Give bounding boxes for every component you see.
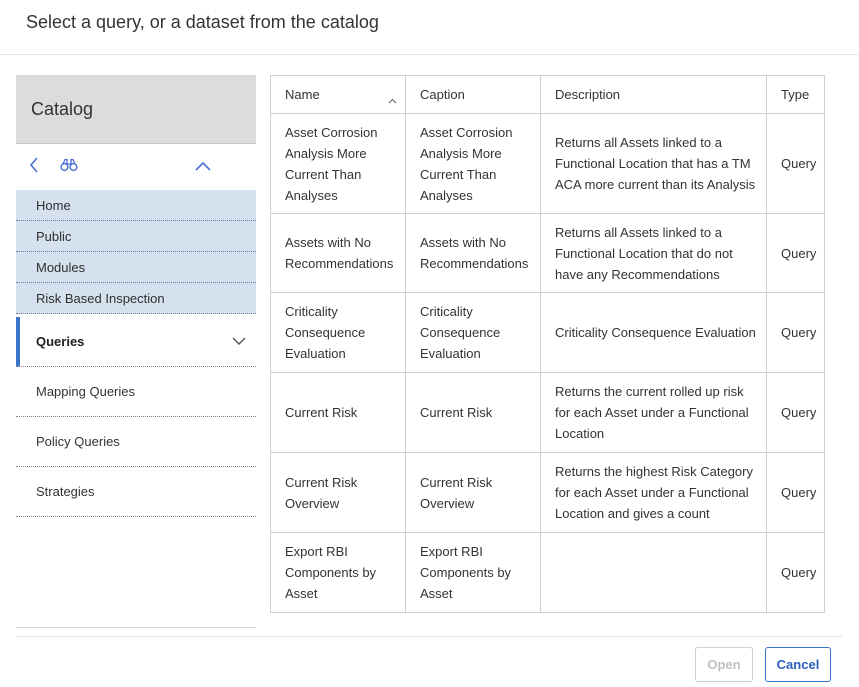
sidebar-item-policy-queries[interactable]: Policy Queries — [16, 417, 256, 467]
column-header-description[interactable]: Description — [540, 75, 767, 114]
sort-ascending-icon[interactable] — [388, 89, 397, 110]
cell-caption: Criticality Consequence Evaluation — [405, 292, 541, 373]
cell-description: Returns the highest Risk Category for ea… — [540, 452, 767, 533]
cell-description — [540, 532, 767, 613]
cell-caption: Assets with No Recommendations — [405, 213, 541, 293]
cell-description: Returns all Assets linked to a Functiona… — [540, 113, 767, 214]
footer-divider — [16, 636, 842, 637]
cell-caption: Asset Corrosion Analysis More Current Th… — [405, 113, 541, 214]
query-table: Name Caption Description Type Asset Corr… — [270, 75, 826, 613]
cell-description: Returns the current rolled up risk for e… — [540, 372, 767, 453]
sidebar-item-mapping-queries[interactable]: Mapping Queries — [16, 367, 256, 417]
table-row[interactable]: Criticality Consequence Evaluation Criti… — [270, 292, 826, 373]
breadcrumb-modules[interactable]: Modules — [16, 252, 256, 283]
column-header-label: Name — [285, 87, 320, 102]
cell-name: Criticality Consequence Evaluation — [270, 292, 406, 373]
cell-name: Current Risk — [270, 372, 406, 453]
cell-type: Query — [765, 452, 826, 533]
table-row[interactable]: Assets with No Recommendations Assets wi… — [270, 213, 826, 293]
chevron-down-icon — [232, 334, 246, 349]
cell-caption: Export RBI Components by Asset — [405, 532, 541, 613]
sidebar-item-queries[interactable]: Queries — [16, 317, 256, 367]
binoculars-icon[interactable] — [60, 158, 78, 177]
collapse-chevron-icon[interactable] — [194, 159, 212, 177]
catalog-toolbar — [16, 144, 256, 190]
sidebar-item-strategies[interactable]: Strategies — [16, 467, 256, 517]
table-row[interactable]: Current Risk Current Risk Returns the cu… — [270, 372, 826, 453]
cancel-button[interactable]: Cancel — [765, 647, 831, 682]
cell-caption: Current Risk Overview — [405, 452, 541, 533]
catalog-header: Catalog — [16, 75, 256, 144]
column-header-type[interactable]: Type — [765, 75, 826, 114]
column-header-name[interactable]: Name — [270, 75, 406, 114]
cell-description: Returns all Assets linked to a Functiona… — [540, 213, 767, 293]
cell-name: Asset Corrosion Analysis More Current Th… — [270, 113, 406, 214]
cell-type: Query — [765, 113, 826, 214]
catalog-sidebar: Catalog Home Public Modules Risk Based I… — [16, 75, 256, 628]
open-button[interactable]: Open — [695, 647, 753, 682]
table-row[interactable]: Current Risk Overview Current Risk Overv… — [270, 452, 826, 533]
cell-description: Criticality Consequence Evaluation — [540, 292, 767, 373]
cell-type: Query — [765, 292, 826, 373]
sidebar-item-label: Queries — [36, 334, 85, 349]
table-row[interactable]: Asset Corrosion Analysis More Current Th… — [270, 113, 826, 214]
breadcrumb-home[interactable]: Home — [16, 190, 256, 221]
table-header-row: Name Caption Description Type — [270, 75, 826, 114]
title-divider — [0, 54, 859, 55]
dialog-title: Select a query, or a dataset from the ca… — [26, 12, 379, 32]
column-header-caption[interactable]: Caption — [405, 75, 541, 114]
table-row[interactable]: Export RBI Components by Asset Export RB… — [270, 532, 826, 613]
cell-name: Assets with No Recommendations — [270, 213, 406, 293]
cell-type: Query — [765, 372, 826, 453]
breadcrumb-public[interactable]: Public — [16, 221, 256, 252]
cell-name: Export RBI Components by Asset — [270, 532, 406, 613]
cell-caption: Current Risk — [405, 372, 541, 453]
cell-type: Query — [765, 532, 826, 613]
cell-name: Current Risk Overview — [270, 452, 406, 533]
cell-type: Query — [765, 213, 826, 293]
breadcrumb-risk-based-inspection[interactable]: Risk Based Inspection — [16, 283, 256, 314]
back-chevron-icon[interactable] — [28, 156, 40, 179]
